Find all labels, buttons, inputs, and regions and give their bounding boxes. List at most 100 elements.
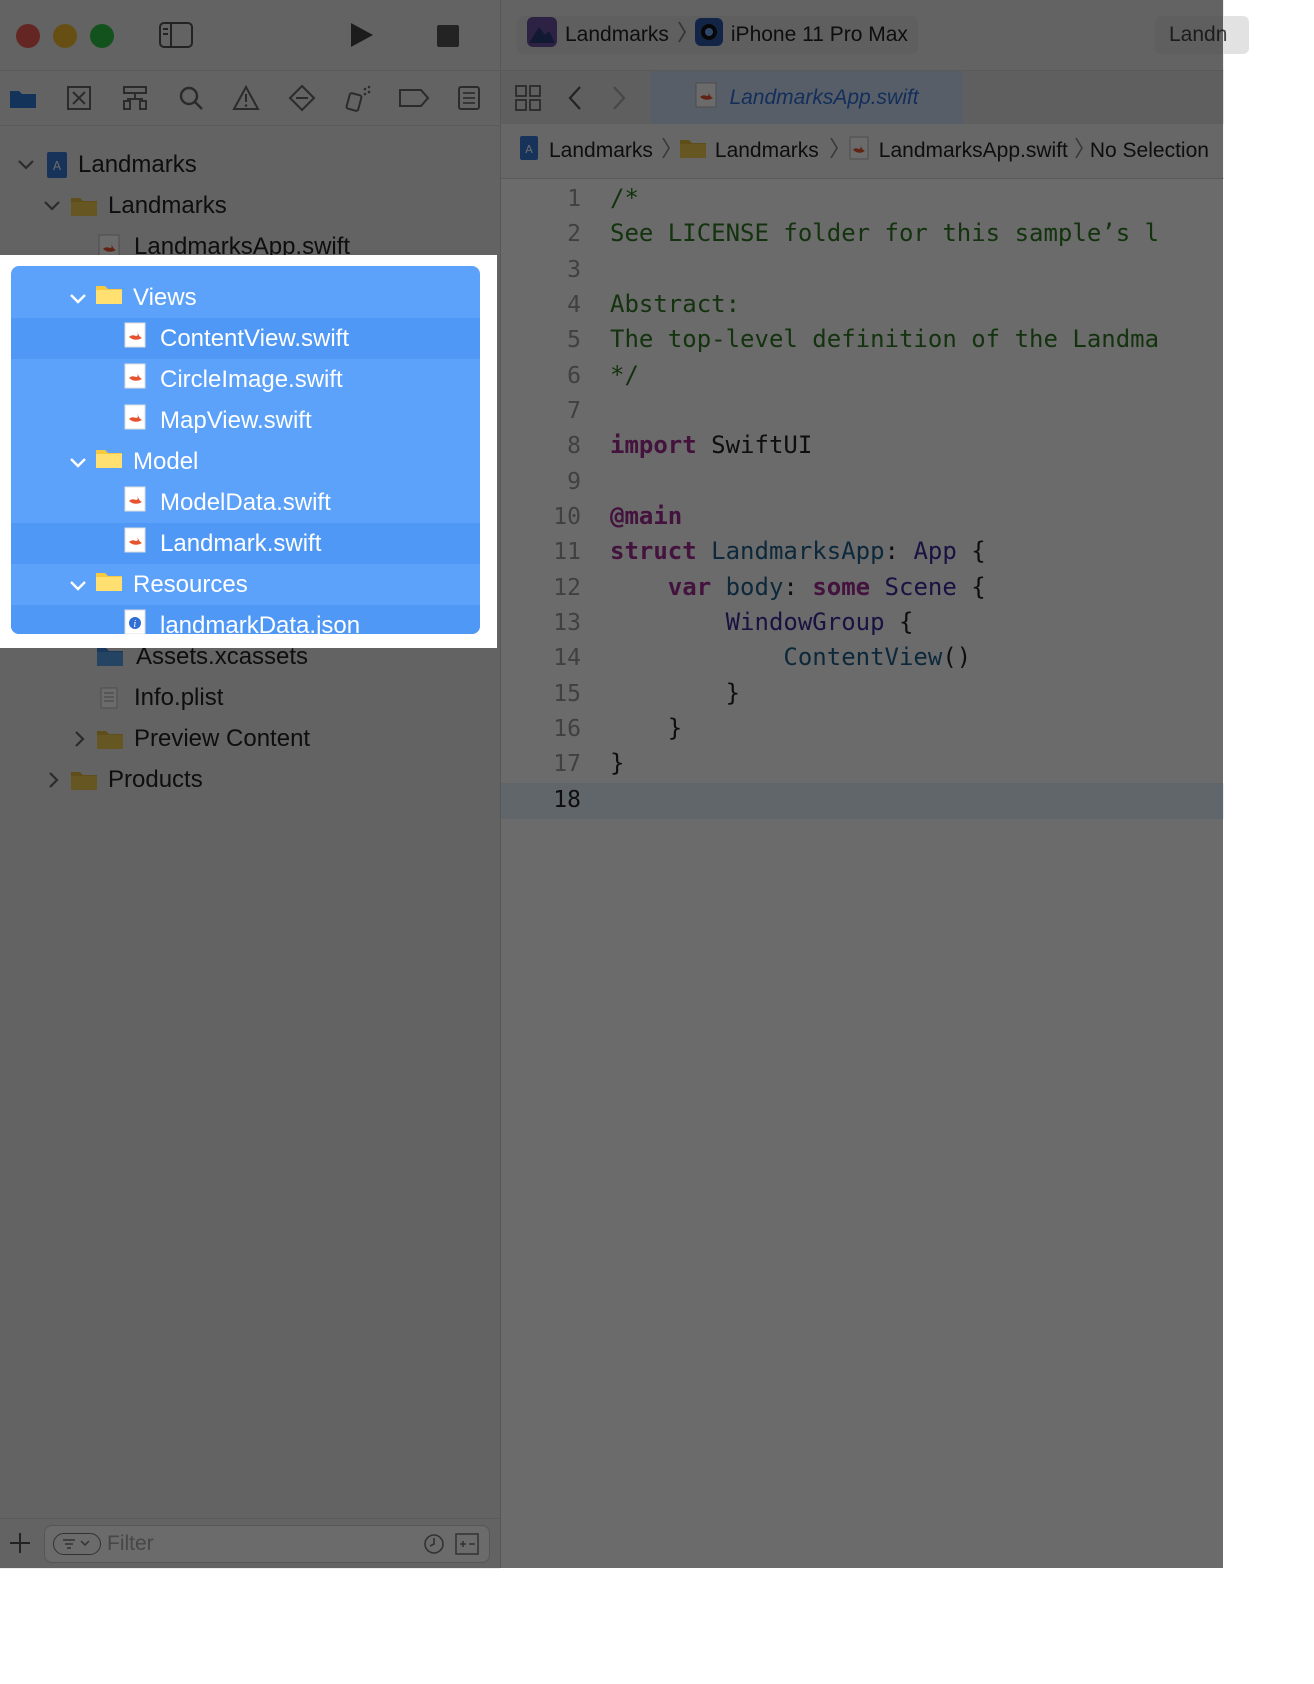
plist-file-icon <box>100 687 118 709</box>
chevron-right-icon[interactable] <box>44 770 64 790</box>
tree-item-label: Landmark.swift <box>160 529 322 557</box>
editor-area: Landmarks iPhone 11 Pro Max Landn Landma… <box>500 0 1249 1568</box>
tree-item-label: CircleImage.swift <box>160 365 343 393</box>
tree-item-file-modeldata[interactable]: ModelData.swift <box>11 482 480 523</box>
jumpbar-file[interactable]: LandmarksApp.swift <box>879 139 1068 163</box>
chevron-right-icon <box>829 136 839 166</box>
debug-spray-icon[interactable] <box>341 81 375 115</box>
window-toolbar-left <box>0 0 500 70</box>
tab-landmarksapp-swift[interactable]: LandmarksApp.swift <box>651 71 963 125</box>
report-list-icon[interactable] <box>452 81 486 115</box>
symbol-navigator-icon[interactable] <box>118 81 152 115</box>
tree-item-label: Info.plist <box>134 683 224 711</box>
tree-item-label: MapView.swift <box>160 406 312 434</box>
code-line: 8 import SwiftUI <box>567 431 813 459</box>
code-line-current: 18 <box>501 783 1224 819</box>
activity-status: Landn <box>1155 16 1249 54</box>
tree-item-file-landmark[interactable]: Landmark.swift <box>11 523 480 564</box>
window-toolbar-right: Landmarks iPhone 11 Pro Max Landn <box>501 0 1249 70</box>
source-control-filter-icon[interactable] <box>455 1533 479 1560</box>
code-line: 15 } <box>553 679 741 707</box>
filter-field[interactable]: Filter <box>44 1525 490 1563</box>
json-file-icon: i <box>124 609 146 634</box>
tree-item-preview-content[interactable]: Preview Content <box>70 718 310 759</box>
close-window-button[interactable] <box>16 24 40 48</box>
minimize-window-button[interactable] <box>53 24 77 48</box>
code-line: 5 The top-level definition of the Landma <box>567 325 1160 353</box>
tree-item-folder-views[interactable]: Views <box>11 277 480 318</box>
chevron-down-icon[interactable] <box>69 284 89 312</box>
folder-icon <box>95 283 123 312</box>
scheme-project-label: Landmarks <box>565 23 669 46</box>
xcode-project-icon: A <box>519 135 539 167</box>
app-icon <box>527 17 557 53</box>
tree-item-file-landmarkdata-json[interactable]: i landmarkData.json <box>11 605 480 634</box>
tree-item-products[interactable]: Products <box>44 759 203 800</box>
svg-text:A: A <box>525 143 533 156</box>
selected-items-group: Views ContentView.swift CircleImage.swif… <box>11 266 480 634</box>
search-icon[interactable] <box>174 81 208 115</box>
tree-item-file-contentview[interactable]: ContentView.swift <box>11 318 480 359</box>
code-line: 17} <box>553 749 625 777</box>
chevron-down-icon[interactable] <box>69 448 89 476</box>
folder-icon <box>70 195 98 217</box>
scheme-device-label: iPhone 11 Pro Max <box>730 23 908 46</box>
scheme-selector[interactable]: Landmarks iPhone 11 Pro Max <box>517 16 918 54</box>
filter-options-icon[interactable] <box>53 1533 101 1555</box>
chevron-down-icon[interactable] <box>16 155 36 175</box>
zoom-window-button[interactable] <box>90 24 114 48</box>
chevron-down-icon[interactable] <box>42 196 62 216</box>
breakpoint-tag-icon[interactable] <box>397 81 431 115</box>
chevron-right-icon <box>1074 136 1084 166</box>
back-chevron-icon[interactable] <box>567 85 583 116</box>
tree-item-plist[interactable]: Info.plist <box>100 677 223 718</box>
jump-bar: A Landmarks Landmarks LandmarksApp.swift… <box>501 124 1224 179</box>
editor-tab-bar: LandmarksApp.swift <box>501 70 1224 126</box>
sidebar-toggle-icon[interactable] <box>158 20 194 55</box>
tree-item-label: Products <box>108 765 203 793</box>
tree-item-folder-resources[interactable]: Resources <box>11 564 480 605</box>
tree-item-file-circleimage[interactable]: CircleImage.swift <box>11 359 480 400</box>
chevron-down-icon[interactable] <box>69 571 89 599</box>
filter-placeholder: Filter <box>107 1532 154 1555</box>
jumpbar-group[interactable]: Landmarks <box>715 139 819 163</box>
svg-text:A: A <box>53 159 62 173</box>
related-items-grid-icon[interactable] <box>515 85 541 116</box>
source-control-icon[interactable] <box>62 81 96 115</box>
swift-file-icon <box>124 322 146 355</box>
tree-item-folder-landmarks[interactable]: Landmarks <box>42 185 227 226</box>
chevron-right-icon[interactable] <box>70 729 90 749</box>
jumpbar-selection[interactable]: No Selection <box>1090 139 1209 163</box>
chevron-right-icon <box>661 136 671 166</box>
jumpbar-project[interactable]: Landmarks <box>549 139 653 163</box>
forward-chevron-icon[interactable] <box>611 85 627 116</box>
swift-file-icon <box>124 527 146 560</box>
tree-item-project[interactable]: A Landmarks <box>16 144 197 185</box>
stop-button[interactable] <box>436 24 460 53</box>
tree-item-label: Landmarks <box>108 191 227 219</box>
swift-file-icon <box>695 82 717 114</box>
tab-label: LandmarksApp.swift <box>729 86 919 109</box>
run-button[interactable] <box>346 20 376 55</box>
swift-file-icon <box>124 363 146 396</box>
tree-item-file-mapview[interactable]: MapView.swift <box>11 400 480 441</box>
tree-item-label: landmarkData.json <box>160 611 361 635</box>
test-navigator-icon[interactable] <box>285 81 319 115</box>
asset-catalog-icon <box>96 645 124 669</box>
code-line: 6 */ <box>567 361 639 389</box>
tree-item-label: Views <box>133 283 197 311</box>
add-icon[interactable] <box>8 1531 32 1560</box>
code-line: 9 <box>567 469 581 495</box>
code-line: 10 @main <box>553 502 683 530</box>
folder-icon <box>95 447 123 476</box>
tree-item-folder-model[interactable]: Model <box>11 441 480 482</box>
folder-icon <box>96 728 124 750</box>
issue-warning-icon[interactable] <box>229 81 263 115</box>
swift-file-icon <box>849 136 869 166</box>
code-line: 1/* <box>567 184 639 212</box>
recent-files-clock-icon[interactable] <box>423 1533 445 1560</box>
tree-item-label: Landmarks <box>78 150 197 178</box>
project-navigator-folder-icon[interactable] <box>6 81 40 115</box>
code-line: 14 ContentView() <box>553 643 972 671</box>
swift-file-icon <box>124 486 146 519</box>
